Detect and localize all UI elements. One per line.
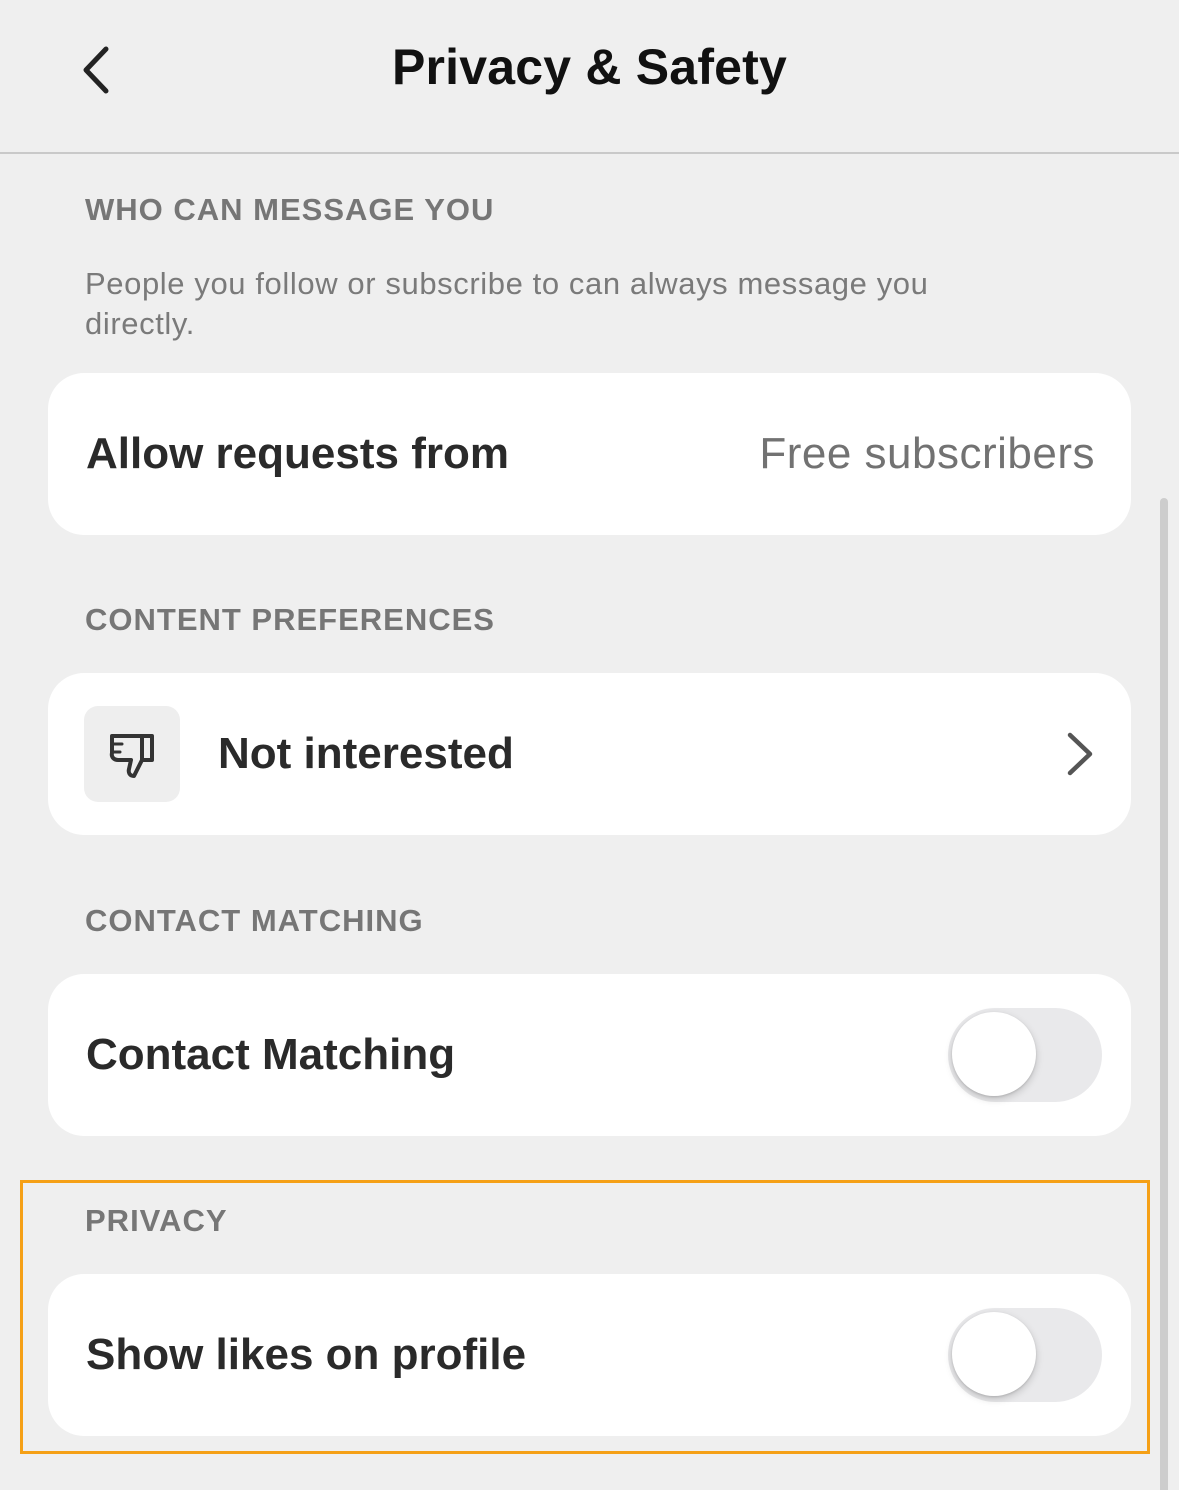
- toggle-knob: [952, 1312, 1036, 1396]
- section-header-content-preferences: CONTENT PREFERENCES: [85, 602, 495, 637]
- not-interested-row[interactable]: Not interested: [48, 673, 1131, 835]
- nav-header: Privacy & Safety: [0, 0, 1179, 154]
- thumbs-down-icon: [109, 734, 154, 778]
- allow-requests-value: Free subscribers: [759, 429, 1095, 478]
- show-likes-label: Show likes on profile: [86, 1330, 527, 1379]
- contact-matching-row: Contact Matching: [48, 974, 1131, 1136]
- privacy-safety-screen: Privacy & Safety WHO CAN MESSAGE YOU Peo…: [0, 0, 1179, 1490]
- section-header-contact-matching: CONTACT MATCHING: [85, 903, 424, 938]
- page-title: Privacy & Safety: [391, 39, 788, 95]
- show-likes-toggle[interactable]: [948, 1308, 1102, 1402]
- chevron-right-icon: [1067, 732, 1093, 776]
- section-header-privacy: PRIVACY: [85, 1203, 228, 1238]
- scrollbar[interactable]: [1160, 498, 1168, 1490]
- section-header-messaging: WHO CAN MESSAGE YOU: [85, 192, 495, 227]
- not-interested-label: Not interested: [218, 729, 514, 778]
- contact-matching-toggle[interactable]: [948, 1008, 1102, 1102]
- contact-matching-label: Contact Matching: [86, 1030, 456, 1079]
- messaging-description: People you follow or subscribe to can al…: [85, 266, 929, 341]
- toggle-knob: [952, 1012, 1036, 1096]
- allow-requests-row[interactable]: Allow requests from Free subscribers: [48, 373, 1131, 535]
- show-likes-row: Show likes on profile: [48, 1274, 1131, 1436]
- thumbs-down-icon-box: [84, 706, 180, 802]
- allow-requests-label: Allow requests from: [86, 429, 509, 478]
